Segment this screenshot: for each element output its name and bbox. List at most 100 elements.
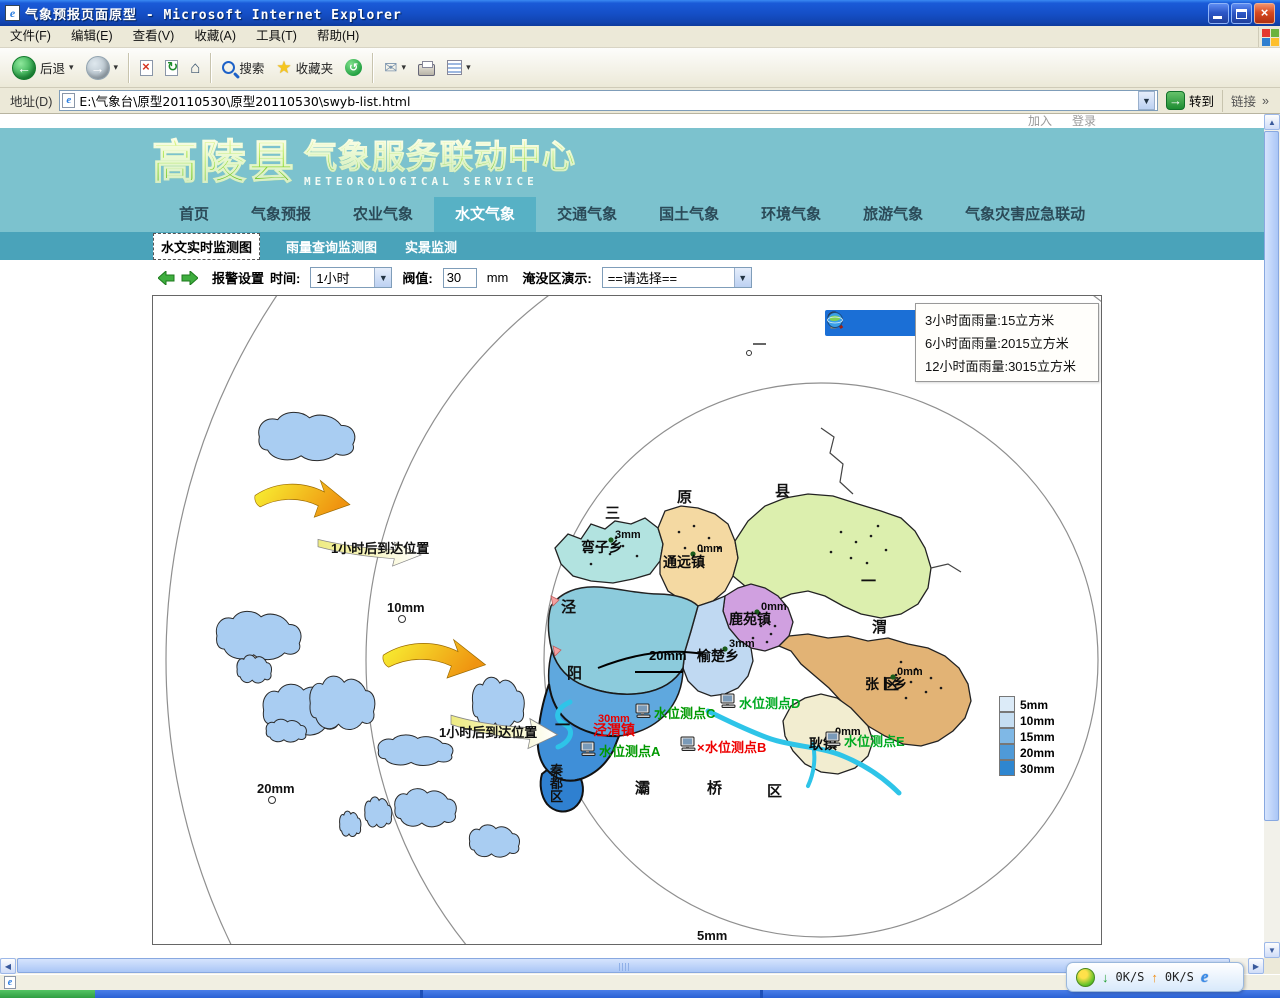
svg-text:水位测点C: 水位测点C: [654, 706, 716, 721]
svg-text:阳: 阳: [567, 665, 582, 682]
logo-title: 气象服务联动中心: [304, 137, 576, 177]
edit-dropdown-icon[interactable]: ▾: [466, 62, 471, 73]
time-select-value: 1小时: [311, 268, 374, 287]
security-ball-icon[interactable]: [1076, 968, 1095, 987]
tab-land[interactable]: 国土气象: [638, 197, 740, 232]
links-chevron-icon: »: [1262, 94, 1269, 108]
close-button[interactable]: ×: [1254, 3, 1275, 24]
address-bar: 地址(D) e E:\气象台\原型20110530\原型20110530\swy…: [0, 88, 1280, 114]
refresh-button[interactable]: ↻: [159, 51, 184, 85]
scrollbar-corner: [1264, 958, 1280, 974]
toolbar-divider: [128, 53, 130, 83]
time-select[interactable]: 1小时 ▼: [310, 267, 392, 288]
stop-button[interactable]: ×: [134, 51, 159, 85]
ring-label-20mm: 20mm: [257, 781, 295, 796]
forward-button[interactable]: → ▾: [80, 51, 125, 85]
mail-button[interactable]: ✉ ▾: [378, 51, 412, 85]
subnav-rain-query[interactable]: 雨量查询监测图: [272, 237, 391, 256]
menu-file[interactable]: 文件(F): [0, 26, 61, 47]
svg-text:桥: 桥: [707, 779, 723, 797]
threshold-input[interactable]: 30: [443, 268, 477, 288]
forward-dropdown-icon[interactable]: ▾: [114, 62, 119, 73]
tab-tourism[interactable]: 旅游气象: [842, 197, 944, 232]
favorites-star-icon: ★: [276, 58, 291, 78]
status-page-icon: e: [4, 976, 16, 989]
menu-help[interactable]: 帮助(H): [307, 26, 369, 47]
search-button[interactable]: 搜索: [216, 51, 270, 85]
station-D-icon: [721, 694, 735, 708]
ie-shortcut-icon[interactable]: e: [1201, 967, 1209, 987]
svg-text:原: 原: [677, 489, 692, 506]
flood-select[interactable]: ==请选择== ▼: [602, 267, 752, 288]
tab-disaster-emergency[interactable]: 气象灾害应急联动: [944, 197, 1106, 232]
start-button-sliver[interactable]: [0, 990, 95, 998]
horizontal-scroll-thumb[interactable]: [17, 958, 1230, 973]
tab-agriculture[interactable]: 农业气象: [332, 197, 434, 232]
scroll-up-icon[interactable]: ▲: [1264, 114, 1280, 130]
scroll-down-icon[interactable]: ▼: [1264, 942, 1280, 958]
address-input[interactable]: e E:\气象台\原型20110530\原型20110530\swyb-list…: [59, 90, 1158, 111]
radar-map[interactable]: 10mm 20mm 5mm: [152, 295, 1102, 945]
legend-swatch: [999, 712, 1015, 728]
join-link[interactable]: 加入: [1028, 114, 1052, 128]
tab-traffic[interactable]: 交通气象: [536, 197, 638, 232]
links-label: 链接: [1231, 91, 1256, 110]
svg-text:水位测点A: 水位测点A: [599, 744, 661, 759]
time-select-arrow-icon[interactable]: ▼: [374, 268, 391, 287]
map-canvas: 10mm 20mm 5mm: [153, 296, 1101, 944]
tab-hydrology[interactable]: 水文气象: [434, 197, 536, 232]
main-nav: 首页 气象预报 农业气象 水文气象 交通气象 国土气象 环境气象 旅游气象 气象…: [0, 197, 1264, 232]
scroll-left-icon[interactable]: ◀: [0, 958, 16, 974]
back-button[interactable]: ← 后退 ▾: [6, 51, 80, 85]
history-icon: ↺: [345, 59, 362, 76]
map-zoom-toolbar: [825, 310, 923, 336]
toolbar-divider: [210, 53, 212, 83]
links-button[interactable]: 链接 »: [1222, 90, 1277, 112]
station-D[interactable]: 水位测点D: [721, 694, 800, 711]
login-link[interactable]: 登录: [1072, 114, 1096, 128]
prev-arrow-icon[interactable]: [158, 271, 175, 285]
home-icon: ⌂: [190, 58, 200, 78]
address-dropdown-icon[interactable]: ▼: [1138, 91, 1155, 110]
favorites-button[interactable]: ★ 收藏夹: [270, 51, 339, 85]
scroll-right-icon[interactable]: ▶: [1248, 958, 1264, 974]
mail-dropdown-icon[interactable]: ▾: [402, 62, 407, 73]
legend-item: 5mm: [999, 696, 1055, 712]
refresh-icon: ↻: [165, 60, 178, 76]
svg-text:区: 区: [550, 789, 563, 804]
subnav-live-monitor[interactable]: 实景监测: [391, 237, 471, 256]
print-button[interactable]: [412, 51, 441, 85]
menu-view[interactable]: 查看(V): [123, 26, 185, 47]
search-label: 搜索: [239, 58, 264, 77]
toolbar-divider: [372, 53, 374, 83]
vertical-scroll-thumb[interactable]: [1264, 131, 1279, 821]
restore-button[interactable]: [1231, 3, 1252, 24]
minimize-button[interactable]: [1208, 3, 1229, 24]
flood-select-arrow-icon[interactable]: ▼: [734, 268, 751, 287]
edit-button[interactable]: ▾: [441, 51, 477, 85]
menu-favorites[interactable]: 收藏(A): [184, 26, 246, 47]
upload-arrow-icon: ↑: [1151, 970, 1158, 985]
alarm-town-label: 30mm 泾渭镇: [593, 713, 635, 738]
subnav-realtime-monitor[interactable]: 水文实时监测图: [153, 233, 260, 260]
tab-environment[interactable]: 环境气象: [740, 197, 842, 232]
map-pan-hand-icon[interactable]: [875, 313, 896, 334]
map-zoom-out-icon[interactable]: [852, 313, 873, 334]
tab-weather-forecast[interactable]: 气象预报: [230, 197, 332, 232]
history-button[interactable]: ↺: [339, 51, 368, 85]
menu-tools[interactable]: 工具(T): [246, 26, 307, 47]
logo-county: 高陵县: [152, 134, 296, 190]
go-button[interactable]: → 转到: [1158, 89, 1222, 113]
unit-label: mm: [487, 270, 509, 285]
tab-home[interactable]: 首页: [158, 197, 230, 232]
station-B[interactable]: × 水位测点B: [681, 737, 766, 755]
next-arrow-icon[interactable]: [181, 271, 198, 285]
vertical-scrollbar[interactable]: ▲ ▼: [1264, 114, 1280, 958]
menu-edit[interactable]: 编辑(E): [61, 26, 123, 47]
network-speed-widget[interactable]: ↓ 0K/S ↑ 0K/S e: [1066, 962, 1244, 992]
back-dropdown-icon[interactable]: ▾: [69, 62, 74, 73]
download-arrow-icon: ↓: [1102, 970, 1109, 985]
site-banner: 高陵县 气象服务联动中心 METEOROLOGICAL SERVICE: [0, 128, 1264, 197]
home-button[interactable]: ⌂: [184, 51, 206, 85]
contour-label: 20mm: [649, 648, 687, 663]
